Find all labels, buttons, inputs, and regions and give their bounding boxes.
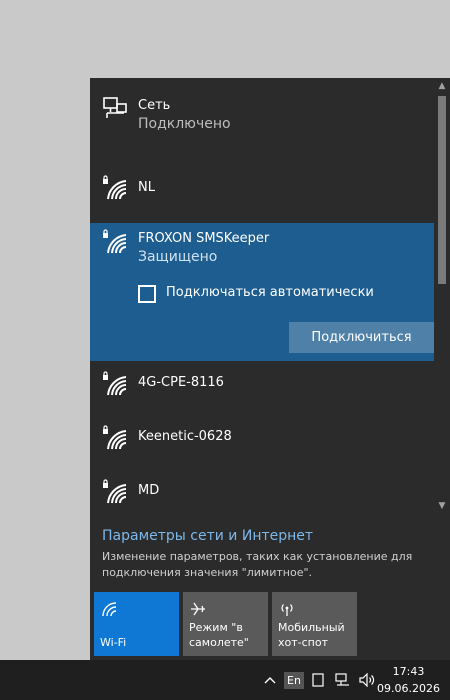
tablet-mode-icon[interactable]: [308, 660, 328, 700]
wifi-icon: [102, 602, 117, 617]
show-hidden-icons-chevron-up-icon[interactable]: [260, 660, 280, 700]
wifi-network-item[interactable]: 4G-CPE-8116: [90, 361, 434, 415]
airplane-mode-tile[interactable]: Режим "в самолете": [183, 592, 268, 656]
auto-connect-label: Подключаться автоматически: [166, 285, 374, 300]
wired-network-name: Сеть: [138, 98, 171, 113]
wifi-secured-icon: [103, 175, 127, 200]
auto-connect-checkbox[interactable]: [138, 285, 156, 303]
wifi-network-name: NL: [138, 180, 155, 195]
network-list: Сеть Подключено NL FROXON SMSKeeper Защи…: [90, 78, 434, 514]
clock-date: 09.06.2026: [377, 682, 440, 695]
hotspot-tile-label: Мобильный хот-спот: [278, 621, 345, 649]
wifi-secured-icon: [103, 425, 127, 450]
wired-network-status: Подключено: [138, 116, 231, 132]
clock-time: 17:43: [392, 665, 425, 678]
scroll-down-icon[interactable]: ▼: [434, 498, 450, 514]
volume-icon[interactable]: [356, 660, 378, 700]
taskbar: En 17:43 09.06.2026: [0, 660, 450, 700]
wired-network-item[interactable]: Сеть Подключено: [90, 78, 434, 156]
wifi-network-name: 4G-CPE-8116: [138, 375, 224, 390]
wifi-tile-label: Wi-Fi: [100, 636, 127, 649]
wifi-toggle-tile[interactable]: Wi-Fi: [94, 592, 179, 656]
network-settings-link[interactable]: Параметры сети и Интернет: [102, 528, 313, 544]
wifi-network-name: Keenetic-0628: [138, 429, 232, 444]
wifi-secured-icon: [103, 371, 127, 396]
airplane-tile-label: Режим "в самолете": [189, 621, 249, 649]
wifi-network-name: MD: [138, 483, 160, 498]
network-list-scrollbar[interactable]: ▲ ▼: [434, 78, 450, 514]
wifi-network-item[interactable]: MD: [90, 469, 434, 514]
wifi-network-status: Защищено: [138, 249, 218, 265]
connect-button[interactable]: Подключиться: [289, 322, 434, 353]
airplane-icon: [191, 602, 205, 616]
language-indicator[interactable]: En: [284, 660, 304, 700]
scroll-thumb[interactable]: [438, 96, 446, 284]
wifi-secured-icon: [103, 229, 127, 254]
mobile-hotspot-tile[interactable]: Мобильный хот-спот: [272, 592, 357, 656]
hotspot-icon: [281, 604, 293, 616]
clock[interactable]: 17:43 09.06.2026: [377, 663, 440, 697]
network-tray-icon[interactable]: [332, 660, 354, 700]
wifi-network-item[interactable]: NL: [90, 156, 434, 222]
wifi-network-item[interactable]: Keenetic-0628: [90, 415, 434, 469]
scroll-up-icon[interactable]: ▲: [434, 78, 450, 94]
wifi-secured-icon: [103, 479, 127, 504]
wifi-network-name: FROXON SMSKeeper: [138, 231, 270, 246]
network-flyout: Сеть Подключено NL FROXON SMSKeeper Защи…: [90, 78, 450, 660]
network-settings-description: Изменение параметров, таких как установл…: [102, 550, 413, 579]
wifi-network-item-selected[interactable]: FROXON SMSKeeper Защищено Подключаться а…: [90, 223, 434, 361]
ethernet-icon: [103, 97, 127, 118]
